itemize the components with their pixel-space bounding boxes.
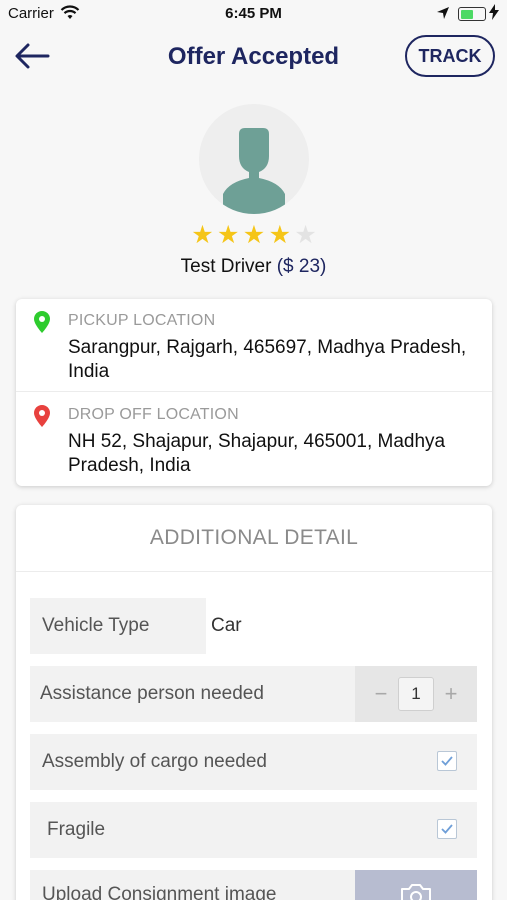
checkmark-icon (441, 824, 453, 834)
location-card: PICKUP LOCATION Sarangpur, Rajgarh, 4656… (16, 299, 492, 486)
pickup-label: PICKUP LOCATION (68, 312, 216, 329)
driver-rating: ★ ★ ★ ★ ★ (190, 222, 318, 248)
user-silhouette-icon (223, 128, 285, 214)
dropoff-address: NH 52, Shajapur, Shajapur, 465001, Madhy… (68, 431, 446, 476)
fragile-label: Fragile (30, 802, 477, 858)
vehicle-type-value: Car (211, 615, 242, 636)
star-filled-icon: ★ (242, 221, 266, 249)
map-pin-red-icon (34, 405, 50, 427)
fragile-row: Fragile (30, 802, 477, 858)
additional-detail-title: ADDITIONAL DETAIL (16, 505, 492, 572)
upload-row: Upload Consignment image (30, 870, 477, 900)
map-pin-green-icon (34, 311, 50, 333)
assistance-stepper: − 1 + (355, 666, 477, 722)
assembly-checkbox[interactable] (437, 751, 457, 771)
additional-detail-card: ADDITIONAL DETAIL Vehicle Type Car Assis… (16, 505, 492, 900)
assistance-count[interactable]: 1 (398, 677, 434, 711)
battery-icon (458, 7, 486, 21)
pickup-row: PICKUP LOCATION Sarangpur, Rajgarh, 4656… (16, 299, 492, 392)
camera-icon (401, 884, 431, 900)
dropoff-label: DROP OFF LOCATION (68, 406, 239, 423)
increment-button[interactable]: + (439, 680, 463, 708)
clock: 6:45 PM (225, 5, 282, 22)
status-bar: Carrier 6:45 PM (0, 0, 507, 28)
track-button[interactable]: TRACK (405, 35, 495, 77)
charging-icon (489, 4, 499, 23)
dropoff-row: DROP OFF LOCATION NH 52, Shajapur, Shaja… (16, 393, 492, 486)
decrement-button[interactable]: − (369, 680, 393, 708)
assembly-row: Assembly of cargo needed (30, 734, 477, 790)
pickup-address: Sarangpur, Rajgarh, 465697, Madhya Prade… (68, 337, 467, 382)
upload-image-button[interactable] (355, 870, 477, 900)
checkmark-icon (441, 756, 453, 766)
driver-name: Test Driver (180, 256, 272, 277)
nav-bar: Offer Accepted TRACK (0, 28, 507, 88)
vehicle-type-row: Vehicle Type Car (30, 598, 477, 654)
star-filled-icon: ★ (216, 221, 240, 249)
driver-name-line: Test Driver ($ 23) (0, 256, 507, 278)
star-empty-icon: ★ (294, 221, 317, 249)
driver-price: ($ 23) (276, 256, 327, 277)
location-arrow-icon (436, 6, 450, 24)
fragile-checkbox[interactable] (437, 819, 457, 839)
star-filled-icon: ★ (191, 221, 214, 249)
assembly-label: Assembly of cargo needed (30, 734, 477, 790)
vehicle-type-label: Vehicle Type (30, 598, 206, 654)
assistance-row: Assistance person needed − 1 + (30, 666, 477, 722)
driver-avatar (199, 104, 309, 214)
star-filled-icon: ★ (268, 221, 291, 249)
